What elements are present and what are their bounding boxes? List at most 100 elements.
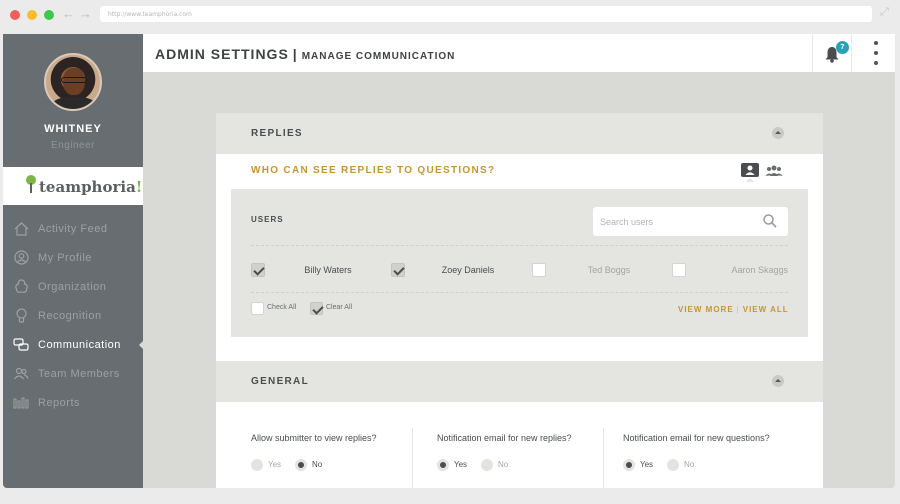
list-item: Billy Waters: [251, 263, 391, 279]
view-all-link[interactable]: VIEW ALL: [743, 305, 789, 314]
search-icon[interactable]: [763, 214, 777, 228]
general-section-header[interactable]: GENERAL: [216, 361, 823, 402]
profile-icon: [13, 250, 29, 266]
sidebar-item-label: Recognition: [38, 309, 102, 322]
radio-yes[interactable]: [251, 459, 263, 471]
divider: [251, 245, 788, 246]
replies-visibility-question: WHO CAN SEE REPLIES TO QUESTIONS?: [251, 165, 496, 176]
sidebar-item-label: My Profile: [38, 251, 92, 264]
sidebar-item-label: Reports: [38, 396, 81, 409]
radio-yes[interactable]: [437, 459, 449, 471]
collapse-chevron-icon[interactable]: [772, 127, 784, 139]
column-divider: [412, 428, 413, 488]
minimize-window-icon[interactable]: [27, 10, 37, 20]
setting-question: Notification email for new replies?: [437, 433, 572, 443]
logo-text: teamphoria!: [39, 178, 143, 196]
maximize-window-icon[interactable]: [44, 10, 54, 20]
list-item: Zoey Daniels: [391, 263, 531, 279]
sidebar: WHITNEY Engineer teamphoria! Activity Fe…: [3, 34, 144, 488]
user-checkbox[interactable]: [251, 263, 265, 277]
settings-panel: REPLIES WHO CAN SEE REPLIES TO QUESTIONS…: [216, 113, 823, 488]
sidebar-item-team-members[interactable]: Team Members: [3, 359, 143, 388]
expand-icon[interactable]: ⤢: [880, 6, 889, 19]
sidebar-item-activity-feed[interactable]: Activity Feed: [3, 214, 143, 243]
radio-no[interactable]: [481, 459, 493, 471]
radio-no[interactable]: [667, 459, 679, 471]
view-links: VIEW MORE | VIEW ALL: [678, 305, 789, 314]
sidebar-item-reports[interactable]: Reports: [3, 388, 143, 417]
more-options-icon[interactable]: [874, 41, 878, 65]
sidebar-item-label: Team Members: [38, 367, 120, 380]
top-bar: ADMIN SETTINGS | MANAGE COMMUNICATION 7: [143, 34, 895, 72]
radio-no-label: No: [498, 460, 509, 469]
sidebar-item-label: Communication: [38, 338, 121, 351]
radio-no[interactable]: [295, 459, 307, 471]
toggle-pointer: [746, 178, 754, 182]
check-all-checkbox[interactable]: [251, 302, 264, 315]
radio-yes-label: Yes: [454, 460, 468, 469]
user-checkbox[interactable]: [672, 263, 686, 277]
sidebar-item-label: Activity Feed: [38, 222, 108, 235]
notification-badge: 7: [836, 41, 849, 54]
list-item: Aaron Skaggs: [672, 263, 812, 279]
check-all-label: Check All: [267, 304, 297, 311]
radio-yes-label: Yes: [640, 460, 654, 469]
users-selector: USERS Billy Waters Zoey Daniels Ted Bogg…: [231, 189, 808, 337]
divider: [251, 292, 788, 293]
page-subtitle: MANAGE COMMUNICATION: [301, 51, 456, 62]
radio-no-label: No: [312, 460, 323, 469]
collapse-chevron-icon[interactable]: [772, 375, 784, 387]
app-window: WHITNEY Engineer teamphoria! Activity Fe…: [3, 34, 895, 488]
page-title: ADMIN SETTINGS | MANAGE COMMUNICATION: [155, 46, 456, 62]
clear-all-checkbox[interactable]: [310, 302, 323, 315]
setting-question: Notification email for new questions?: [623, 433, 770, 443]
logo: teamphoria!: [3, 167, 143, 205]
user-role: Engineer: [50, 140, 96, 151]
user-name-label: Aaron Skaggs: [731, 265, 788, 275]
avatar[interactable]: [44, 53, 102, 111]
search-users-input[interactable]: [593, 207, 788, 236]
column-divider: [603, 428, 604, 488]
radio-no-label: No: [684, 460, 695, 469]
sidebar-item-recognition[interactable]: Recognition: [3, 301, 143, 330]
home-icon: [13, 221, 29, 237]
reports-icon: [13, 395, 29, 411]
setting-question: Allow submitter to view replies?: [251, 433, 377, 443]
user-name: WHITNEY: [44, 123, 102, 135]
user-name-label: Zoey Daniels: [441, 265, 495, 275]
sidebar-menu: Activity Feed My Profile Organization Re…: [3, 214, 144, 417]
user-checkbox[interactable]: [391, 263, 405, 277]
section-title: REPLIES: [251, 128, 303, 139]
team-members-icon: [13, 366, 29, 382]
sidebar-item-communication[interactable]: Communication: [3, 330, 144, 359]
view-more-link[interactable]: VIEW MORE: [678, 305, 734, 314]
group-users-icon[interactable]: [765, 164, 783, 177]
tree-icon: [26, 175, 36, 193]
organization-icon: [13, 279, 29, 295]
visibility-toggle: [741, 163, 783, 182]
sidebar-item-my-profile[interactable]: My Profile: [3, 243, 143, 272]
notifications-button[interactable]: 7: [812, 34, 852, 72]
close-window-icon[interactable]: [10, 10, 20, 20]
list-item: Ted Boggs: [532, 263, 672, 279]
single-user-icon[interactable]: [741, 163, 759, 177]
radio-yes-label: Yes: [268, 460, 282, 469]
recognition-icon: [13, 308, 29, 324]
radio-yes[interactable]: [623, 459, 635, 471]
clear-all-label: Clear All: [326, 304, 353, 311]
general-settings: Allow submitter to view replies? Yes No …: [216, 403, 823, 488]
communication-icon: [13, 337, 29, 353]
section-title: GENERAL: [251, 376, 309, 387]
sidebar-item-label: Organization: [38, 280, 107, 293]
user-checkbox[interactable]: [532, 263, 546, 277]
back-arrow-icon[interactable]: ←: [62, 6, 75, 21]
users-list: Billy Waters Zoey Daniels Ted Boggs Aaro…: [251, 263, 788, 279]
replies-section-header[interactable]: REPLIES: [216, 113, 823, 154]
forward-arrow-icon[interactable]: →: [79, 6, 92, 21]
url-bar[interactable]: http://www.teamphoria.com: [100, 6, 872, 22]
user-name-label: Ted Boggs: [587, 265, 631, 275]
browser-bar: ← → http://www.teamphoria.com ⤢: [0, 0, 900, 30]
users-label: USERS: [251, 215, 284, 224]
sidebar-item-organization[interactable]: Organization: [3, 272, 143, 301]
user-name-label: Billy Waters: [304, 265, 352, 275]
